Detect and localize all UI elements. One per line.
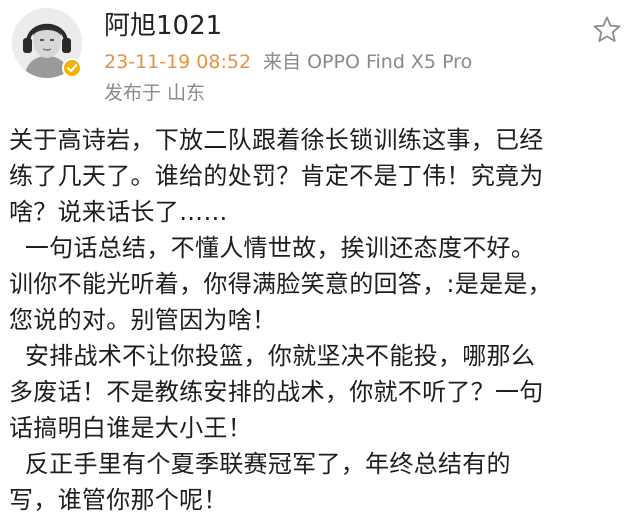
post-meta: 23-11-19 08:52 来自 OPPO Find X5 Pro — [104, 49, 472, 75]
post-text-line: 啥？说来话长了…… — [9, 198, 228, 226]
verified-badge-icon — [62, 58, 82, 78]
post-text-line: 练了几天了。谁给的处罚？肯定不是丁伟！究竟为 — [9, 162, 544, 190]
post-text-line: 写，谁管你那个呢！ — [9, 486, 228, 514]
post-body: 关于高诗岩，下放二队跟着徐长锁训练这事，已经 练了几天了。谁给的处罚？肯定不是丁… — [9, 122, 635, 518]
post-text-line: 您说的对。别管因为啥！ — [9, 306, 277, 334]
post-timestamp: 23-11-19 08:52 — [104, 51, 252, 73]
star-icon — [593, 16, 621, 42]
author-avatar-container[interactable] — [12, 8, 82, 78]
author-name[interactable]: 阿旭1021 — [104, 10, 222, 42]
post-text-line: 训你不能光听着，你得满脸笑意的回答，:是是是， — [9, 270, 552, 298]
post-text-line: 关于高诗岩，下放二队跟着徐长锁训练这事，已经 — [9, 126, 544, 154]
post-location: 发布于 山东 — [104, 82, 206, 104]
favorite-button[interactable] — [591, 14, 623, 46]
post-text-line: 安排战术不让你投篮，你就坚决不能投，哪那么 — [9, 342, 536, 370]
post-source[interactable]: 来自 OPPO Find X5 Pro — [263, 51, 472, 73]
post-header: 阿旭1021 23-11-19 08:52 来自 OPPO Find X5 Pro… — [0, 0, 640, 115]
post-text-line: 话搞明白谁是大小王！ — [9, 414, 252, 442]
verified-check-icon — [66, 64, 78, 73]
post-text-line: 反正手里有个夏季联赛冠军了，年终总结有的 — [9, 450, 511, 478]
post-text-line: 多废话！不是教练安排的战术，你就不听了？一句 — [9, 378, 544, 406]
post-text-line: 一句话总结，不懂人情世故，挨训还态度不好。 — [9, 234, 536, 262]
